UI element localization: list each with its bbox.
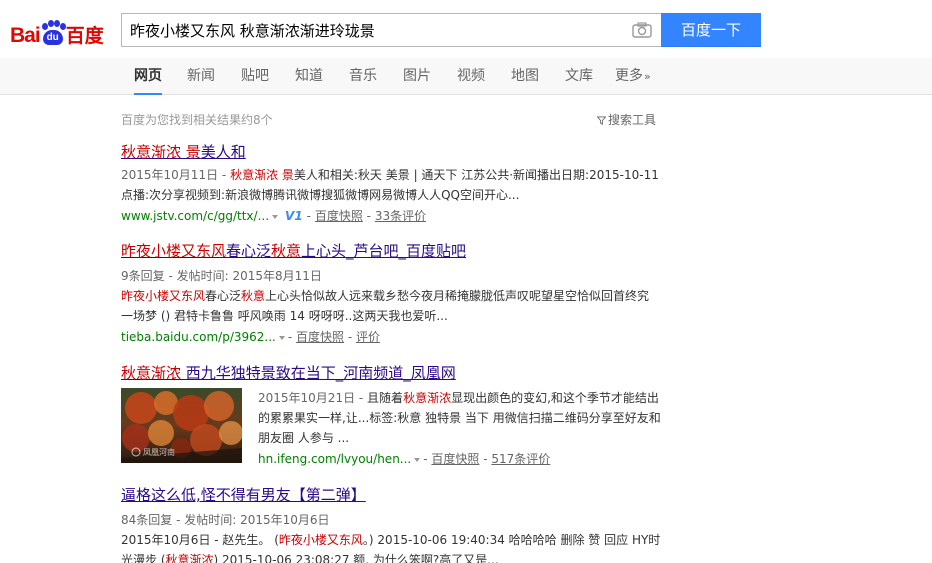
- dropdown-arrow-icon[interactable]: [414, 457, 421, 462]
- search-input[interactable]: [122, 14, 622, 46]
- nav-tab-wenku[interactable]: 文库: [565, 58, 593, 95]
- title-highlight: 秋意渐浓 景: [121, 143, 201, 161]
- paw-icon: du: [41, 20, 66, 46]
- reviews-link[interactable]: 517条评价: [491, 452, 550, 466]
- result-abstract: 昨夜小楼又东风春心泛秋意上心头恰似故人远来载乡愁今夜月稀掩朦胧低声叹呢望星空恰似…: [121, 286, 661, 326]
- logo-text-bai: Bai: [10, 24, 41, 47]
- nav-tab-video[interactable]: 视频: [457, 58, 485, 95]
- nav-more-label: 更多: [615, 68, 643, 84]
- abstract-highlight: 秋意: [241, 289, 266, 303]
- search-tools[interactable]: 搜索工具: [597, 111, 656, 128]
- nav-tab-map[interactable]: 地图: [511, 58, 539, 95]
- logo-text-cn: 百度: [65, 26, 104, 47]
- nav-tab-zhidao[interactable]: 知道: [295, 58, 323, 95]
- search-result: 逼格这么低,怪不得有男友【第二弹】 84条回复 - 发帖时间: 2015年10月…: [121, 485, 661, 563]
- title-text: 上心头_芦台吧_百度贴吧: [301, 242, 467, 260]
- search-tools-label: 搜索工具: [608, 113, 657, 127]
- result-abstract: 2015年10月6日 - 赵先生。 (昨夜小楼又东风。) 2015-10-06 …: [121, 530, 661, 563]
- result-title-link[interactable]: 秋意渐浓 景美人和: [121, 142, 661, 162]
- result-count: 百度为您找到相关结果约8个: [121, 113, 273, 127]
- abstract-highlight: 昨夜小楼又东风: [121, 289, 206, 303]
- result-url-line: hn.ifeng.com/lvyou/hen... - 百度快照 - 517条评价: [258, 452, 551, 466]
- nav-tab-music[interactable]: 音乐: [349, 58, 377, 95]
- title-text: 春心泛: [226, 242, 272, 260]
- dropdown-arrow-icon[interactable]: [278, 335, 285, 340]
- title-highlight: 秋意: [271, 242, 302, 260]
- result-title-link[interactable]: 逼格这么低,怪不得有男友【第二弹】: [121, 485, 661, 505]
- reviews-link[interactable]: 评价: [356, 330, 380, 344]
- camera-icon[interactable]: [632, 22, 652, 38]
- dropdown-arrow-icon[interactable]: [272, 214, 279, 219]
- vertical-nav: 网页 新闻 贴吧 知道 音乐 图片 视频 地图 文库 更多»: [0, 58, 932, 95]
- thumbnail-watermark: 凤凰河南: [143, 447, 175, 457]
- double-chevron-icon: »: [644, 70, 651, 83]
- header: Bai du 百度 百度一下: [0, 0, 932, 58]
- autumn-foliage-image: 凤凰河南: [121, 388, 242, 463]
- v1-badge-icon[interactable]: V1: [285, 206, 303, 226]
- abstract-text: 春心泛: [205, 289, 242, 303]
- result-title-link[interactable]: 秋意渐浓 西九华独特景致在当下_河南频道_凤凰网: [121, 363, 661, 383]
- result-thumbnail[interactable]: 凤凰河南: [121, 388, 242, 463]
- nav-tab-web[interactable]: 网页: [134, 58, 162, 95]
- result-url: www.jstv.com/c/gg/ttx/...: [121, 209, 270, 223]
- title-highlight: 秋意渐浓: [121, 364, 182, 382]
- search-box: [121, 13, 661, 47]
- abstract-highlight: 秋意渐浓 景: [230, 168, 294, 182]
- nav-tab-tieba[interactable]: 贴吧: [241, 58, 269, 95]
- abstract-text: 2015年10月6日 - 赵先生。 (: [121, 533, 279, 547]
- abstract-highlight: 秋意渐浓: [403, 391, 452, 405]
- result-date: 2015年10月11日 -: [121, 168, 227, 182]
- search-button[interactable]: 百度一下: [661, 13, 761, 47]
- search-result: 秋意渐浓 景美人和 2015年10月11日 - 秋意渐浓 景美人和相关:秋天 美…: [121, 142, 661, 226]
- cache-link[interactable]: 百度快照: [296, 330, 344, 344]
- abstract-text: 且随着: [363, 391, 404, 405]
- cache-link[interactable]: 百度快照: [315, 209, 363, 223]
- abstract-highlight: 昨夜小楼又东风: [278, 533, 363, 547]
- result-title-link[interactable]: 昨夜小楼又东风春心泛秋意上心头_芦台吧_百度贴吧: [121, 241, 661, 261]
- cache-link[interactable]: 百度快照: [431, 452, 479, 466]
- nav-tab-images[interactable]: 图片: [403, 58, 431, 95]
- result-url: tieba.baidu.com/p/3962...: [121, 330, 276, 344]
- result-url: hn.ifeng.com/lvyou/hen...: [258, 452, 412, 466]
- title-highlight: 昨夜小楼又东风: [121, 242, 227, 260]
- nav-tab-news[interactable]: 新闻: [187, 58, 215, 95]
- result-url-line: tieba.baidu.com/p/3962... - 百度快照 - 评价: [121, 330, 381, 344]
- result-meta: 84条回复 - 发帖时间: 2015年10月6日: [121, 513, 330, 527]
- result-url-line: www.jstv.com/c/gg/ttx/... V1- 百度快照 - 33条评…: [121, 206, 661, 226]
- search-result: 秋意渐浓 西九华独特景致在当下_河南频道_凤凰网 凤凰河南 2015年10月21…: [121, 363, 661, 473]
- result-date: 2015年10月21日 -: [258, 391, 364, 405]
- search-result: 昨夜小楼又东风春心泛秋意上心头_芦台吧_百度贴吧 9条回复 - 发帖时间: 20…: [121, 241, 661, 347]
- funnel-icon: [597, 116, 606, 125]
- logo-text-du: du: [42, 30, 63, 45]
- title-text: 西九华独特景致在当下_河南频道_凤凰网: [181, 364, 456, 382]
- baidu-logo[interactable]: Bai du 百度: [10, 14, 104, 46]
- reviews-link[interactable]: 33条评价: [375, 209, 426, 223]
- result-abstract: 2015年10月21日 - 且随着秋意渐浓显现出颜色的变幻,和这个季节才能结出的…: [258, 388, 661, 448]
- result-abstract: 2015年10月11日 - 秋意渐浓 景美人和相关:秋天 美景 | 通天下 江苏…: [121, 165, 661, 205]
- title-text: 美人和: [200, 143, 246, 161]
- result-body: 2015年10月21日 - 且随着秋意渐浓显现出颜色的变幻,和这个季节才能结出的…: [258, 385, 661, 469]
- result-meta: 9条回复 - 发帖时间: 2015年8月11日: [121, 269, 322, 283]
- abstract-text: ) 2015-10-06 23:08:27 额, 为什么笨啊?高了又是...: [213, 553, 499, 563]
- abstract-highlight: 秋意渐浓: [165, 553, 214, 563]
- nav-tab-more[interactable]: 更多»: [615, 58, 651, 95]
